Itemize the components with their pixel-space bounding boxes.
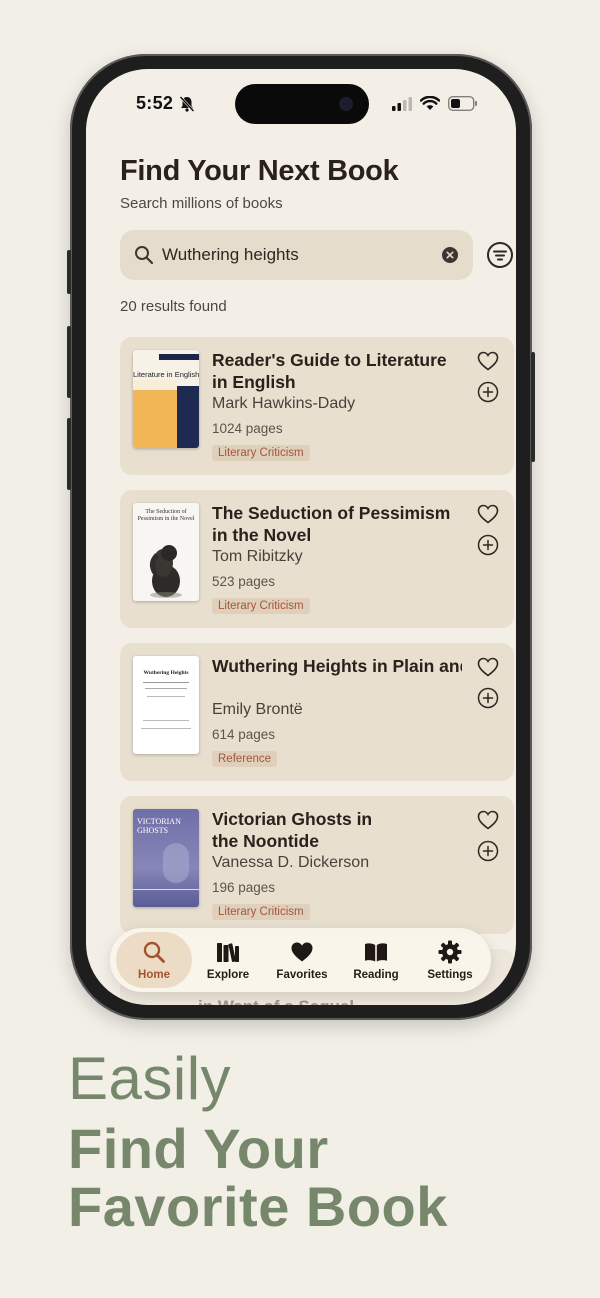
open-book-icon [365,943,387,962]
genre-tag: Reference [212,751,278,767]
camera-icon [339,97,353,111]
book-cover: Victorian Ghosts [133,809,199,907]
book-author: Vanessa D. Dickerson [212,854,370,871]
tab-favorites[interactable]: Favorites [264,932,340,988]
book-card[interactable]: Wuthering Heights Wuthering Heights in P… [120,643,514,781]
book-author: Tom Ribitzky [212,548,303,565]
books-icon [217,943,239,963]
volume-up-button [67,326,71,398]
app-screen: 5:52 Find Your Next Book Search millions… [86,69,516,1005]
book-pages: 523 pages [212,574,276,589]
genre-tag: Literary Criticism [212,445,310,461]
book-title: Wuthering Heights in Plain and Simple En… [212,656,462,676]
book-pages: 614 pages [212,727,276,742]
favorite-heart-icon[interactable] [477,657,499,677]
book-cover: The Seduction of Pessimism in the Novel [133,503,199,601]
book-title: The Seduction of Pessimism in the Novel [212,503,451,545]
book-pages: 196 pages [212,880,276,895]
add-to-list-icon[interactable] [477,534,499,556]
tab-label: Settings [427,969,473,981]
book-title: Victorian Ghosts in the Noontide [212,809,373,851]
tab-home[interactable]: Home [116,932,192,988]
book-card[interactable]: The Seduction of Pessimism in the Novel … [120,490,514,628]
book-title: in Want of a Sequel [198,997,354,1005]
book-title: Reader's Guide to Literature in English [212,350,447,392]
search-icon [143,941,165,963]
book-cover: Literature in English [133,350,199,448]
phone-frame: 5:52 Find Your Next Book Search millions… [67,54,535,1020]
book-card[interactable]: Literature in English Reader's Guide to … [120,337,514,475]
filter-icon[interactable] [486,241,514,269]
gear-icon [438,940,462,964]
tab-label: Explore [206,969,250,981]
book-cover: Wuthering Heights [133,656,199,754]
genre-tag: Literary Criticism [212,598,310,614]
dynamic-island [235,84,369,124]
page-subtitle: Search millions of books [120,195,283,212]
favorite-heart-icon[interactable] [477,810,499,830]
action-button [67,250,71,294]
tagline-bold-line2: Favorite Book [68,1175,448,1238]
page-title: Find Your Next Book [120,155,399,187]
genre-tag: Literary Criticism [212,904,310,920]
tab-settings[interactable]: Settings [412,932,488,988]
favorite-heart-icon[interactable] [477,504,499,524]
bottom-tab-bar: Home Explore Favorites Reading Settings [110,928,491,992]
book-pages: 1024 pages [212,421,283,436]
wifi-icon [420,96,440,110]
book-author: Mark Hawkins-Dady [212,395,356,412]
results-count: 20 results found [120,298,227,315]
battery-icon [448,96,477,111]
add-to-list-icon[interactable] [477,381,499,403]
tab-label: Favorites [276,969,328,981]
tab-label: Reading [353,969,399,981]
silent-bell-icon [179,96,195,112]
book-card[interactable]: Victorian Ghosts Victorian Ghosts in the… [120,796,514,934]
book-author: Emily Brontë [212,701,303,718]
tagline-bold: Find Your Favorite Book [68,1120,448,1236]
volume-down-button [67,418,71,490]
heart-icon [291,942,313,962]
clear-search-icon[interactable] [442,247,458,263]
search-input[interactable] [162,240,432,270]
power-button [531,352,535,462]
tab-label: Home [138,969,170,981]
signal-icon [392,96,412,111]
add-to-list-icon[interactable] [477,687,499,709]
status-time: 5:52 [136,93,174,113]
tab-reading[interactable]: Reading [338,932,414,988]
search-bar[interactable] [120,230,473,280]
tagline-bold-line1: Find Your [68,1117,329,1180]
add-to-list-icon[interactable] [477,840,499,862]
tab-explore[interactable]: Explore [190,932,266,988]
search-icon [135,246,154,265]
tagline-light: Easily [68,1045,232,1112]
favorite-heart-icon[interactable] [477,351,499,371]
